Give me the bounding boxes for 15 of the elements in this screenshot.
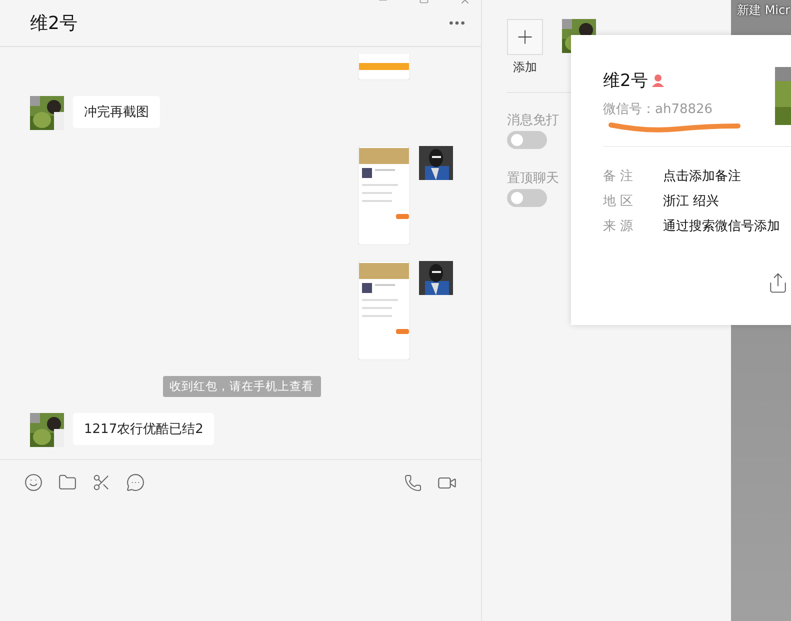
field-label: 地 区 <box>603 193 634 210</box>
profile-name: 维2号 <box>603 69 664 92</box>
field-value: 浙江 绍兴 <box>663 193 720 210</box>
message-bubble: 冲完再截图 <box>73 96 160 128</box>
add-label: 添加 <box>513 59 537 76</box>
message-bubble: 1217农行优酷已结2 <box>73 413 214 445</box>
setting-label: 置顶聊天 <box>507 170 559 187</box>
system-notice: 收到红包，请在手机上查看 <box>162 376 320 397</box>
field-label: 备 注 <box>603 168 634 185</box>
chat-title: 维2号 <box>30 12 78 35</box>
wechat-id: 微信号：ah78826 <box>603 101 714 118</box>
field-value: 通过搜索微信号添加 <box>663 218 780 235</box>
setting-label: 消息免打 <box>507 112 559 129</box>
field-value[interactable]: 点击添加备注 <box>663 167 741 185</box>
field-label: 来 源 <box>603 218 634 235</box>
